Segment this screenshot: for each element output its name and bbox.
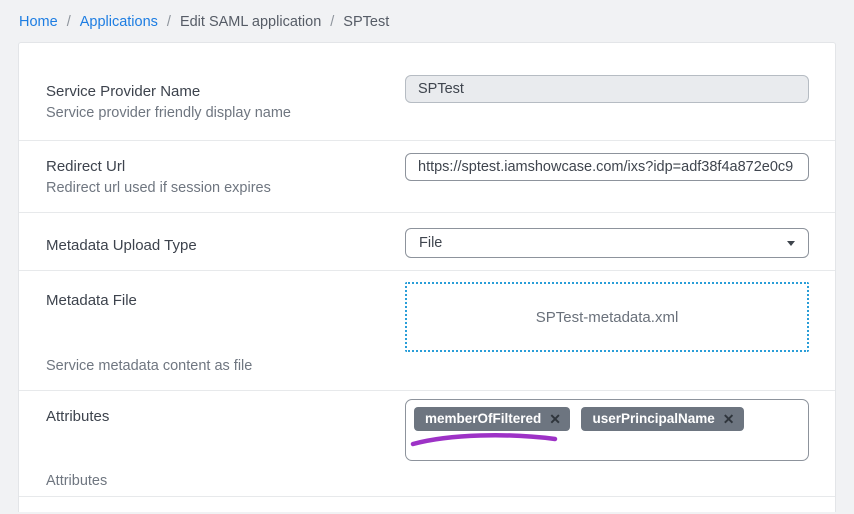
- metadata-file-row: Metadata File Service metadata content a…: [19, 271, 835, 391]
- purple-underline-annotation: [408, 431, 560, 449]
- metadata-file-name: SPTest-metadata.xml: [536, 309, 679, 326]
- attribute-tag-memberOfFiltered: memberOfFiltered ✕: [414, 407, 570, 431]
- service-provider-name-input[interactable]: [405, 75, 809, 103]
- metadata-upload-type-row: Metadata Upload Type File: [19, 213, 835, 271]
- breadcrumb-applications-link[interactable]: Applications: [80, 14, 158, 30]
- service-provider-name-row: Service Provider Name Service provider f…: [19, 43, 835, 141]
- metadata-upload-type-control: File: [405, 213, 809, 270]
- metadata-upload-type-select[interactable]: File: [405, 228, 809, 258]
- metadata-file-label: Metadata File: [46, 292, 405, 309]
- redirect-url-input[interactable]: [405, 153, 809, 181]
- attributes-label: Attributes: [46, 408, 405, 425]
- metadata-file-dropzone[interactable]: SPTest-metadata.xml: [405, 282, 809, 352]
- remove-attribute-icon[interactable]: ✕: [549, 412, 561, 426]
- metadata-file-control: SPTest-metadata.xml: [405, 271, 809, 390]
- attributes-tag-input[interactable]: memberOfFiltered ✕ userPrincipalName ✕: [405, 399, 809, 461]
- attributes-control: memberOfFiltered ✕ userPrincipalName ✕: [405, 391, 809, 496]
- redirect-url-label: Redirect Url: [46, 158, 405, 175]
- attributes-help: Attributes: [46, 473, 405, 489]
- chevron-down-icon: [787, 241, 795, 246]
- redirect-url-control: [405, 141, 809, 212]
- breadcrumb-sptest: SPTest: [343, 14, 389, 30]
- breadcrumb-separator: /: [167, 14, 171, 30]
- attribute-tag-label: memberOfFiltered: [425, 411, 541, 426]
- breadcrumb-home-link[interactable]: Home: [19, 14, 58, 30]
- service-provider-name-control: [405, 43, 809, 140]
- metadata-file-help: Service metadata content as file: [46, 358, 405, 374]
- edit-saml-application-form: Service Provider Name Service provider f…: [18, 42, 836, 512]
- breadcrumb: Home / Applications / Edit SAML applicat…: [0, 0, 854, 42]
- breadcrumb-separator: /: [330, 14, 334, 30]
- attributes-row: Attributes Attributes memberOfFiltered ✕…: [19, 391, 835, 497]
- remove-attribute-icon[interactable]: ✕: [723, 412, 735, 426]
- metadata-upload-type-label: Metadata Upload Type: [46, 237, 405, 254]
- service-provider-name-help: Service provider friendly display name: [46, 105, 405, 121]
- breadcrumb-separator: /: [67, 14, 71, 30]
- service-provider-name-label: Service Provider Name: [46, 83, 405, 100]
- breadcrumb-edit-saml-application: Edit SAML application: [180, 14, 321, 30]
- redirect-url-help: Redirect url used if session expires: [46, 180, 405, 196]
- redirect-url-label-group: Redirect Url Redirect url used if sessio…: [46, 141, 405, 212]
- attributes-label-group: Attributes Attributes: [46, 391, 405, 496]
- attribute-tag-userPrincipalName: userPrincipalName ✕: [581, 407, 743, 431]
- metadata-upload-type-selected-value: File: [419, 235, 442, 251]
- attribute-tag-label: userPrincipalName: [592, 411, 714, 426]
- redirect-url-row: Redirect Url Redirect url used if sessio…: [19, 141, 835, 213]
- metadata-upload-type-label-group: Metadata Upload Type: [46, 213, 405, 270]
- service-provider-name-label-group: Service Provider Name Service provider f…: [46, 43, 405, 140]
- metadata-file-label-group: Metadata File Service metadata content a…: [46, 271, 405, 390]
